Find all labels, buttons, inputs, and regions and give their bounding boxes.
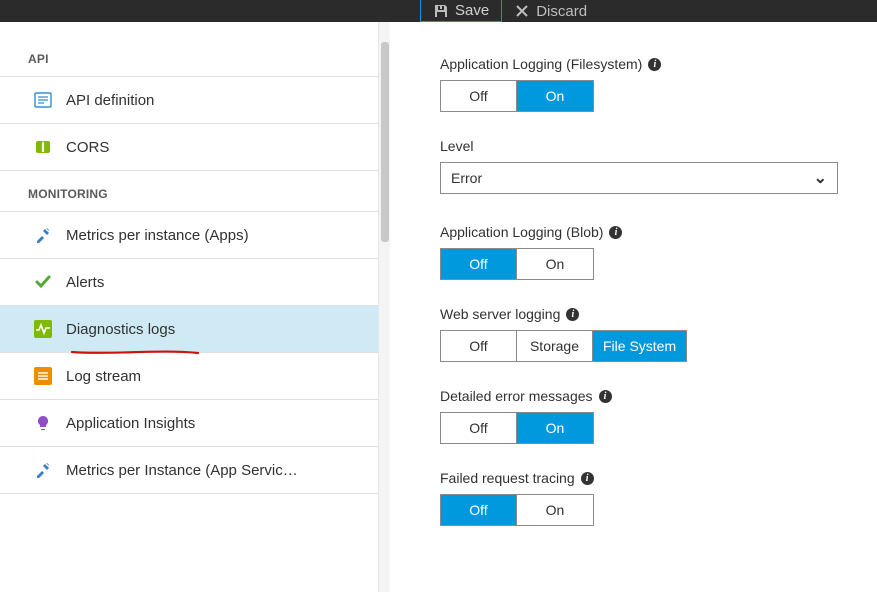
toggle-on[interactable]: On — [517, 249, 593, 279]
sidebar-scrollbar[interactable] — [378, 22, 390, 592]
command-bar: Save Discard — [0, 0, 877, 22]
cors-icon — [34, 138, 52, 156]
close-icon — [514, 3, 530, 19]
sidebar-item-label: Application Insights — [66, 415, 195, 432]
sidebar-item-label: Metrics per Instance (App Servic… — [66, 462, 298, 479]
detailed-errors-toggle[interactable]: Off On — [440, 412, 594, 444]
sidebar-item-alerts[interactable]: Alerts — [0, 259, 378, 306]
sidebar-item-metrics-appservice[interactable]: Metrics per Instance (App Servic… — [0, 447, 378, 494]
discard-button[interactable]: Discard — [502, 0, 599, 22]
api-definition-icon — [34, 91, 52, 109]
stream-icon — [34, 367, 52, 385]
info-icon[interactable]: i — [648, 58, 661, 71]
web-server-logging-label: Web server logging i — [440, 306, 859, 322]
app-logging-fs-label: Application Logging (Filesystem) i — [440, 56, 859, 72]
save-button[interactable]: Save — [420, 0, 502, 22]
sidebar-item-log-stream[interactable]: Log stream — [0, 353, 378, 400]
failed-request-toggle[interactable]: Off On — [440, 494, 594, 526]
save-label: Save — [455, 2, 489, 19]
toggle-storage[interactable]: Storage — [517, 331, 593, 361]
sidebar-item-label: Metrics per instance (Apps) — [66, 227, 249, 244]
level-label: Level — [440, 138, 859, 154]
sidebar-item-label: Diagnostics logs — [66, 321, 175, 338]
sidebar-item-diagnostics-logs[interactable]: Diagnostics logs — [0, 306, 378, 353]
settings-pane: Application Logging (Filesystem) i Off O… — [390, 22, 877, 552]
toggle-off[interactable]: Off — [441, 413, 517, 443]
info-icon[interactable]: i — [609, 226, 622, 239]
level-value: Error — [451, 170, 482, 186]
bulb-icon — [34, 414, 52, 432]
check-icon — [34, 273, 52, 291]
detailed-errors-label: Detailed error messages i — [440, 388, 859, 404]
app-logging-blob-label: Application Logging (Blob) i — [440, 224, 859, 240]
level-select[interactable]: Error ⌄ — [440, 162, 838, 194]
app-logging-blob-toggle[interactable]: Off On — [440, 248, 594, 280]
toggle-off[interactable]: Off — [441, 495, 517, 525]
toggle-off[interactable]: Off — [441, 81, 517, 111]
app-logging-fs-toggle[interactable]: Off On — [440, 80, 594, 112]
tools-icon — [34, 226, 52, 244]
section-api-header: API — [0, 36, 378, 76]
toggle-filesystem[interactable]: File System — [593, 331, 686, 361]
toggle-on[interactable]: On — [517, 81, 593, 111]
sidebar-item-cors[interactable]: CORS — [0, 124, 378, 171]
sidebar: API API definition CORS MONITORING Metri… — [0, 22, 378, 592]
sidebar-item-application-insights[interactable]: Application Insights — [0, 400, 378, 447]
web-server-logging-toggle[interactable]: Off Storage File System — [440, 330, 687, 362]
discard-label: Discard — [536, 3, 587, 20]
info-icon[interactable]: i — [566, 308, 579, 321]
sidebar-item-metrics-apps[interactable]: Metrics per instance (Apps) — [0, 211, 378, 259]
toggle-off[interactable]: Off — [441, 249, 517, 279]
sidebar-item-label: Log stream — [66, 368, 141, 385]
sidebar-item-label: CORS — [66, 139, 109, 156]
tools-icon — [34, 461, 52, 479]
failed-request-label: Failed request tracing i — [440, 470, 859, 486]
pulse-icon — [34, 320, 52, 338]
toggle-on[interactable]: On — [517, 413, 593, 443]
info-icon[interactable]: i — [599, 390, 612, 403]
sidebar-item-api-definition[interactable]: API definition — [0, 76, 378, 124]
toggle-on[interactable]: On — [517, 495, 593, 525]
info-icon[interactable]: i — [581, 472, 594, 485]
save-icon — [433, 3, 449, 19]
toggle-off[interactable]: Off — [441, 331, 517, 361]
sidebar-item-label: Alerts — [66, 274, 104, 291]
chevron-down-icon: ⌄ — [814, 168, 827, 188]
section-monitoring-header: MONITORING — [0, 171, 378, 211]
sidebar-item-label: API definition — [66, 92, 154, 109]
